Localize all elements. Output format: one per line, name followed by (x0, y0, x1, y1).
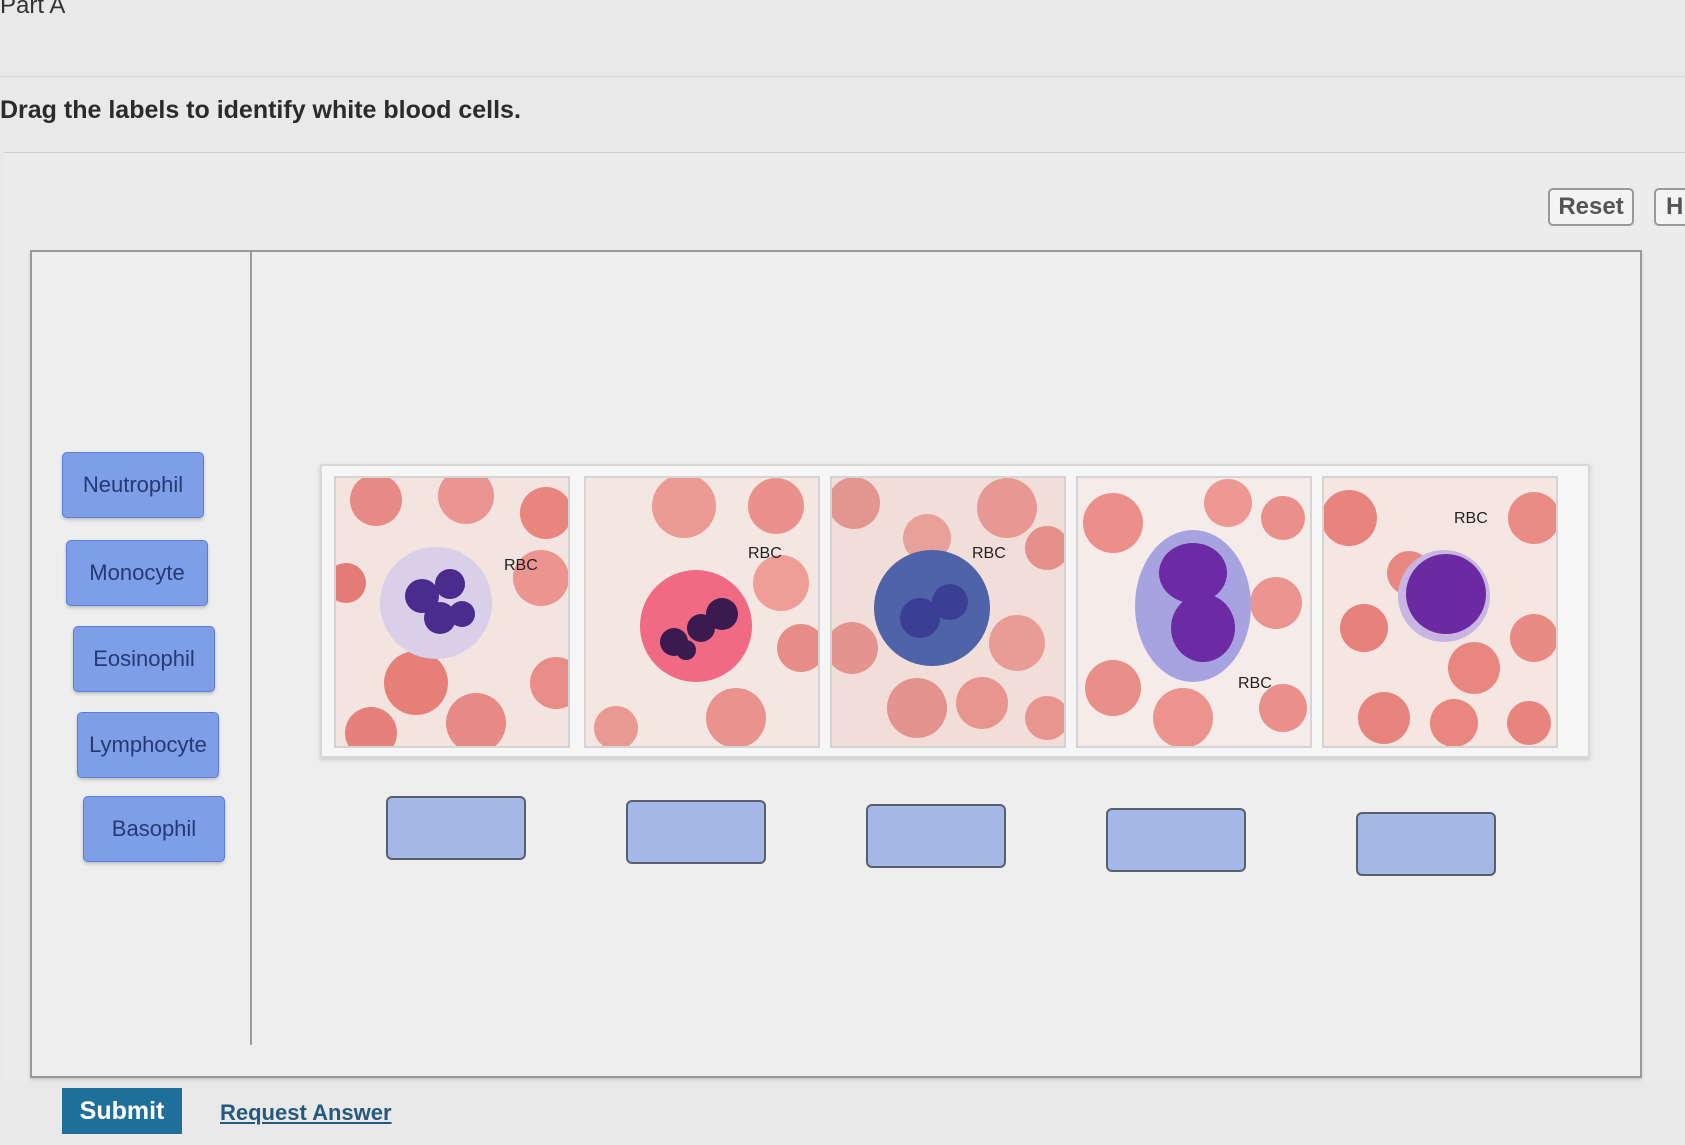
rbc-tag: RBC (1238, 675, 1272, 692)
rbc-tag: RBC (972, 545, 1006, 562)
label-monocyte[interactable]: Monocyte (66, 540, 208, 606)
label-eosinophil[interactable]: Eosinophil (73, 626, 215, 692)
part-title: Part A (0, 0, 66, 19)
submit-button[interactable]: Submit (62, 1088, 182, 1134)
drop-target-2[interactable] (626, 800, 766, 864)
drop-target-4[interactable] (1106, 808, 1246, 872)
cell-image-1: RBC (334, 476, 570, 748)
blood-cell-image-strip: RBC RBC RBC RBC RBC (320, 464, 1590, 758)
cell-image-2: RBC (584, 476, 820, 748)
divider (0, 76, 1685, 77)
rbc-tag: RBC (504, 557, 538, 574)
label-lymphocyte[interactable]: Lymphocyte (77, 712, 219, 778)
rbc-tag: RBC (748, 545, 782, 562)
rbc-tag: RBC (1454, 510, 1488, 527)
cell-image-4: RBC (1076, 476, 1312, 748)
request-answer-link[interactable]: Request Answer (220, 1100, 392, 1126)
reset-button[interactable]: Reset (1548, 188, 1634, 226)
cell-image-5: RBC (1322, 476, 1558, 748)
cell-image-3: RBC (830, 476, 1066, 748)
drop-target-1[interactable] (386, 796, 526, 860)
instructions-text: Drag the labels to identify white blood … (0, 96, 521, 124)
drop-target-5[interactable] (1356, 812, 1496, 876)
drop-target-3[interactable] (866, 804, 1006, 868)
help-button[interactable]: H (1654, 188, 1685, 226)
label-basophil[interactable]: Basophil (83, 796, 225, 862)
label-neutrophil[interactable]: Neutrophil (62, 452, 204, 518)
